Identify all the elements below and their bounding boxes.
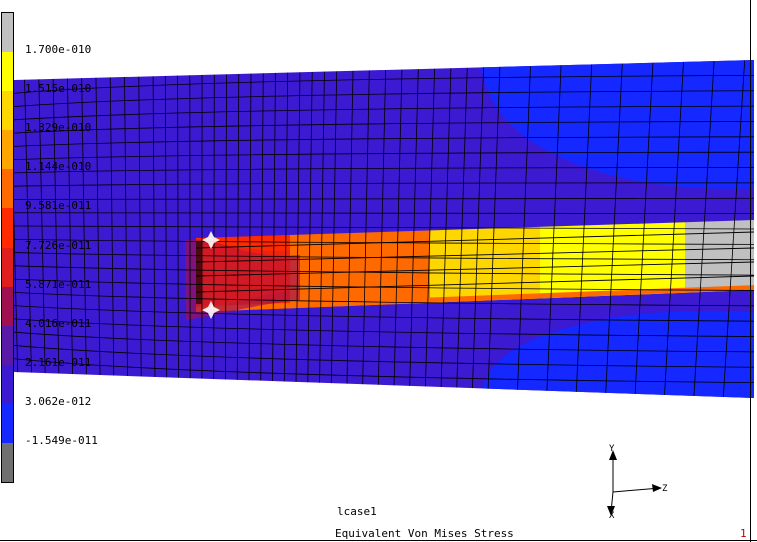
- axis-triad: Y Z X: [607, 444, 668, 521]
- legend-value-label: 9.581e-011: [25, 199, 92, 213]
- legend-value-label: 3.062e-012: [25, 394, 92, 408]
- legend-swatch: [2, 286, 13, 327]
- legend-value-label: 1.329e-010: [25, 121, 92, 135]
- legend-value-label: 7.726e-011: [25, 238, 92, 252]
- viewport-border-right: [750, 0, 751, 542]
- legend-swatch: [2, 403, 13, 444]
- legend-swatch: [2, 325, 13, 366]
- result-type-title: Equivalent Von Mises Stress: [335, 527, 514, 540]
- stress-plate: [14, 60, 754, 398]
- graphics-viewport[interactable]: 1.700e-010 1.515e-010 1.329e-010 1.144e-010…: [0, 0, 757, 542]
- axis-z-arrow: [652, 484, 662, 492]
- viewport-border-bottom: [0, 540, 757, 541]
- legend-swatch: [2, 442, 13, 483]
- legend-value-label: 1.144e-010: [25, 160, 92, 174]
- legend-swatch: [2, 208, 13, 248]
- legend-swatch: [2, 247, 13, 288]
- legend-swatch: [2, 169, 13, 209]
- legend-swatch: [2, 52, 13, 92]
- legend-value-label: 1.700e-010: [25, 43, 92, 57]
- axis-y-label: Y: [609, 444, 615, 454]
- legend-swatch: [2, 91, 13, 131]
- legend-swatch: [2, 130, 13, 170]
- axis-x-label: X: [609, 511, 615, 521]
- legend-color-bar: [1, 12, 14, 483]
- legend-swatch: [2, 13, 13, 53]
- legend-value-label: 4.016e-011: [25, 316, 92, 330]
- axis-z-label: Z: [662, 484, 668, 494]
- legend-swatch: [2, 364, 13, 405]
- legend-value-label: -1.549e-011: [25, 433, 98, 447]
- legend-value-label: 5.871e-011: [25, 277, 92, 291]
- viewport-number: 1: [740, 527, 747, 540]
- legend-value-label: 1.515e-010: [25, 82, 92, 96]
- legend-value-label: 2.161e-011: [25, 355, 92, 369]
- loadcase-label: lcase1: [337, 505, 377, 518]
